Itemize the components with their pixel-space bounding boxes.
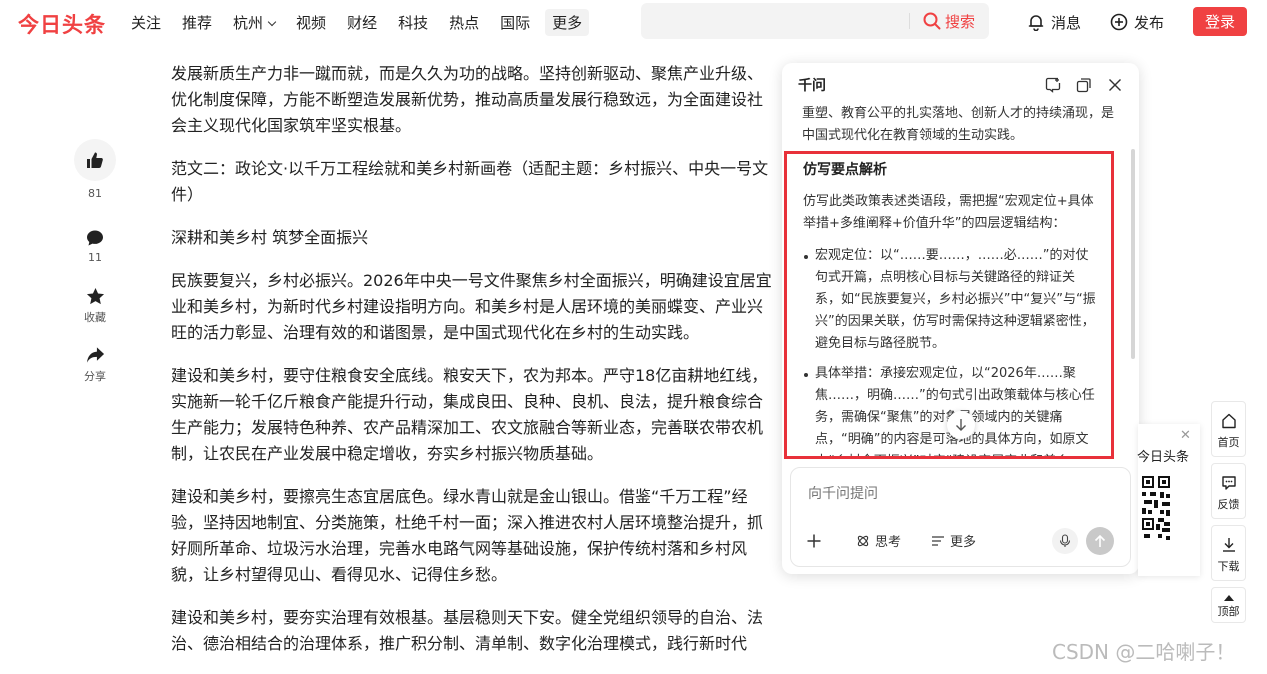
- plus-icon: [807, 534, 821, 547]
- nav-finance[interactable]: 财经: [347, 12, 377, 33]
- share-button[interactable]: 分享: [74, 345, 116, 384]
- messages-button[interactable]: 消息: [1027, 0, 1081, 44]
- popout-window-icon: [1076, 78, 1091, 93]
- qr-close-icon[interactable]: ✕: [1180, 428, 1191, 443]
- assistant-panel: 千问 重塑、教育公平的扎实落地、创新人才的持续涌现，是中国式现代化在教育领域的生…: [782, 63, 1139, 574]
- article-paragraph: 建设和美乡村，要夯实治理有效根基。基层稳则天下安。健全党组织领导的自治、法治、德…: [171, 608, 764, 653]
- article-subheading: 深耕和美乡村 筑梦全面振兴: [171, 228, 369, 247]
- thumbs-up-icon: [87, 152, 103, 168]
- star-icon: [86, 287, 104, 304]
- ask-input[interactable]: [808, 486, 1108, 502]
- popout-button[interactable]: [1074, 75, 1094, 95]
- messages-label: 消息: [1051, 13, 1082, 32]
- more-tools-label: 更多: [950, 535, 977, 550]
- qr-code-icon: [1140, 474, 1172, 550]
- attach-button[interactable]: [807, 534, 826, 548]
- nav-recommend[interactable]: 推荐: [182, 12, 212, 33]
- new-chat-icon: [1045, 77, 1061, 93]
- float-top-button[interactable]: 顶部: [1211, 587, 1246, 623]
- chevron-down-icon: [267, 17, 277, 26]
- assistant-scrollbar[interactable]: [1131, 149, 1135, 359]
- voice-input-button[interactable]: [1052, 528, 1078, 554]
- float-top-label: 顶部: [1217, 605, 1240, 618]
- home-icon: [1221, 413, 1236, 429]
- qr-card-title: 今日头条: [1137, 450, 1190, 465]
- publish-label: 发布: [1134, 13, 1165, 32]
- nav-tech[interactable]: 科技: [398, 12, 428, 33]
- article-body: 发展新质生产力非一蹴而就，而是久久为功的战略。坚持创新驱动、聚焦产业升级、优化制…: [171, 61, 777, 674]
- like-button[interactable]: [74, 139, 116, 181]
- article-action-bar: 81 11 收藏 分享: [74, 139, 116, 384]
- menu-lines-icon: [932, 535, 945, 546]
- login-button[interactable]: 登录: [1193, 7, 1247, 36]
- section-title: 仿写要点解析: [803, 162, 887, 178]
- search-divider: [909, 13, 910, 29]
- article-paragraph: 建设和美乡村，要擦亮生态宜居底色。绿水青山就是金山银山。借鉴“千万工程”经验，坚…: [171, 487, 764, 584]
- plus-circle-icon: [1110, 13, 1128, 31]
- nav-video[interactable]: 视频: [296, 12, 326, 33]
- arrow-down-icon: [956, 419, 966, 431]
- favorite-button[interactable]: 收藏: [74, 286, 116, 325]
- think-label: 思考: [875, 535, 902, 550]
- main-nav: 关注 推荐 杭州 视频 财经 科技 热点 国际 更多: [131, 0, 610, 44]
- search-box[interactable]: 搜索: [641, 3, 989, 39]
- arrow-up-icon: [1094, 534, 1106, 547]
- toutiao-logo[interactable]: 今日头条: [18, 9, 106, 39]
- think-button[interactable]: 思考: [856, 531, 901, 550]
- nav-follow[interactable]: 关注: [131, 12, 161, 33]
- section-intro: 仿写此类政策表述类语段，需把握“宏观定位+具体举措+多维阐释+价值升华”的四层逻…: [803, 194, 1094, 231]
- nav-hangzhou-label: 杭州: [233, 13, 264, 32]
- composer-tools: 思考 更多: [807, 531, 1006, 550]
- like-count: 81: [88, 187, 102, 200]
- app-qr-card: ✕ 今日头条: [1137, 424, 1200, 576]
- nav-hot[interactable]: 热点: [449, 12, 479, 33]
- share-arrow-icon: [86, 347, 104, 363]
- favorite-label: 收藏: [84, 311, 106, 324]
- highlighted-answer-section: 仿写要点解析 仿写此类政策表述类语段，需把握“宏观定位+具体举措+多维阐释+价值…: [784, 151, 1114, 459]
- float-download-label: 下载: [1217, 560, 1240, 573]
- search-button[interactable]: 搜索: [923, 3, 975, 39]
- comment-button[interactable]: 11: [74, 228, 116, 264]
- publish-button[interactable]: 发布: [1110, 0, 1164, 44]
- atom-icon: [857, 535, 869, 546]
- bell-icon: [1028, 15, 1044, 31]
- nav-hangzhou[interactable]: 杭州: [233, 12, 277, 33]
- nav-more[interactable]: 更多: [545, 8, 590, 36]
- send-button[interactable]: [1086, 527, 1114, 555]
- search-button-label: 搜索: [945, 12, 976, 31]
- search-icon: [923, 12, 941, 30]
- feedback-icon: [1221, 476, 1236, 490]
- assistant-panel-controls: [1032, 75, 1125, 95]
- close-icon: [1109, 79, 1121, 91]
- caret-up-icon: [1223, 595, 1234, 601]
- assistant-composer: 思考 更多: [790, 467, 1131, 567]
- scroll-to-bottom-button[interactable]: [947, 411, 975, 439]
- share-label: 分享: [84, 370, 106, 383]
- float-home-button[interactable]: 首页: [1211, 401, 1246, 457]
- article-paragraph: 建设和美乡村，要守住粮食安全底线。粮安天下，农为邦本。严守18亿亩耕地红线，实施…: [171, 366, 768, 463]
- article-paragraph: 范文二：政论文·以千万工程绘就和美乡村新画卷（适配主题：乡村振兴、中央一号文件）: [171, 159, 769, 204]
- comment-icon: [87, 230, 103, 246]
- float-download-button[interactable]: 下载: [1211, 525, 1246, 581]
- list-item: 宏观定位：以“……要……，……必……”的对仗句式开篇，点明核心目标与关键路径的辩…: [803, 245, 1097, 355]
- microphone-icon: [1059, 534, 1071, 547]
- list-item: 具体举措：承接宏观定位，以“2026年……聚焦……，明确……”的句式引出政策载体…: [803, 363, 1097, 456]
- csdn-watermark: CSDN @二哈喇子！: [1052, 640, 1236, 664]
- float-feedback-button[interactable]: 反馈: [1211, 463, 1246, 519]
- assistant-previous-text: 重塑、教育公平的扎实落地、创新人才的持续涌现，是中国式现代化在教育领域的生动实践…: [802, 106, 1115, 143]
- article-paragraph: 发展新质生产力非一蹴而就，而是久久为功的战略。坚持创新驱动、聚焦产业升级、优化制…: [171, 64, 764, 135]
- download-icon: [1222, 538, 1235, 552]
- top-header: 今日头条 关注 推荐 杭州 视频 财经 科技 热点 国际 更多 搜索 消息 发布…: [0, 0, 1267, 44]
- float-home-label: 首页: [1217, 436, 1240, 449]
- comment-count: 11: [88, 251, 102, 264]
- new-chat-button[interactable]: [1043, 75, 1063, 95]
- nav-international[interactable]: 国际: [500, 12, 530, 33]
- float-feedback-label: 反馈: [1217, 498, 1240, 511]
- close-panel-button[interactable]: [1105, 75, 1125, 95]
- assistant-title: 千问: [798, 78, 826, 94]
- article-paragraph: 民族要复兴，乡村必振兴。2026年中央一号文件聚焦乡村全面振兴，明确建设宜居宜业…: [171, 271, 772, 342]
- more-tools-button[interactable]: 更多: [931, 531, 976, 550]
